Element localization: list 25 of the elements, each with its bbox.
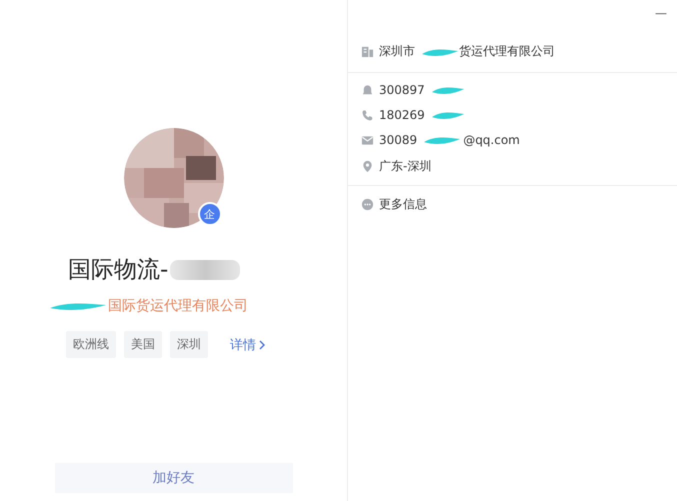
more-info-link[interactable]: 更多信息	[379, 196, 427, 213]
contact-detail: @qq.com	[463, 133, 520, 147]
contact-name: 国际物流-	[68, 256, 168, 285]
enterprise-badge: 企	[198, 202, 222, 226]
contact-detail: 180269	[379, 108, 425, 122]
contact-detail: 300897	[379, 83, 425, 97]
phone-icon	[361, 108, 374, 122]
details-link[interactable]: 详情	[230, 336, 265, 354]
company-text: 深圳市	[379, 43, 415, 60]
minimize-button[interactable]: —	[655, 6, 667, 20]
blurred-text	[170, 260, 240, 280]
company-text: 货运代理有限公司	[459, 43, 555, 60]
location-pin-icon	[361, 160, 374, 173]
contact-detail: 30089	[379, 133, 418, 147]
chevron-icon	[259, 340, 265, 350]
company-name: 国际货运代理有限公司	[108, 297, 248, 315]
building-icon	[361, 45, 374, 58]
tag: 美国	[124, 331, 162, 358]
more-icon	[361, 198, 374, 211]
bell-icon	[361, 84, 374, 96]
tag: 深圳	[170, 331, 208, 358]
contact-detail: 广东-深圳	[379, 158, 432, 175]
add-friend-button[interactable]: 加好友	[54, 463, 292, 493]
mail-icon	[361, 134, 374, 146]
tag: 欧洲线	[66, 331, 116, 358]
